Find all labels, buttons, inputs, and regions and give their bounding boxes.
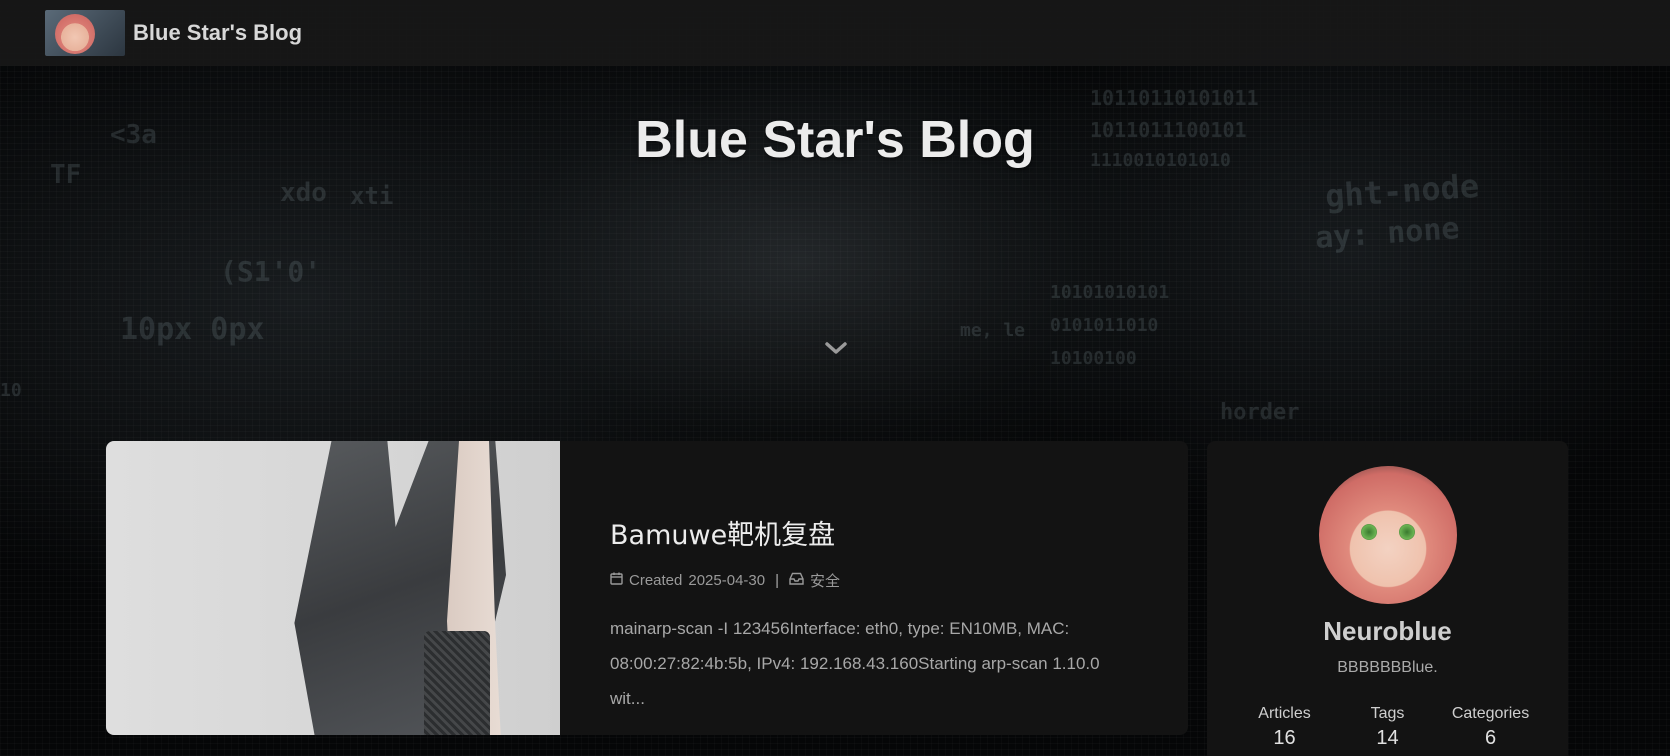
site-title: Blue Star's Blog (635, 111, 1035, 169)
created-label: Created (629, 572, 683, 589)
post-card[interactable]: Bamuwe靶机复盘 Created 2025-04-30 | 安全 maina… (106, 441, 1188, 735)
post-title[interactable]: Bamuwe靶机复盘 (610, 513, 1138, 552)
inbox-icon (789, 572, 804, 589)
stat-tags[interactable]: Tags 14 (1338, 705, 1438, 750)
stat-label: Articles (1258, 705, 1311, 722)
author-stats: Articles 16 Tags 14 Categories 6 (1207, 705, 1568, 750)
stat-value: 16 (1273, 727, 1296, 749)
post-info: Bamuwe靶机复盘 Created 2025-04-30 | 安全 maina… (560, 441, 1188, 735)
nav-site-name[interactable]: Blue Star's Blog (133, 20, 302, 46)
stat-label: Tags (1370, 705, 1405, 722)
stat-value: 6 (1484, 727, 1497, 749)
chevron-down-icon[interactable] (824, 336, 848, 360)
post-category-link[interactable]: 安全 (810, 570, 840, 591)
post-cover-image[interactable] (106, 441, 560, 735)
stat-categories[interactable]: Categories 6 (1441, 705, 1541, 750)
post-meta: Created 2025-04-30 | 安全 (610, 570, 1138, 591)
stat-value: 14 (1376, 727, 1399, 749)
top-navbar: Blue Star's Blog (0, 0, 1670, 66)
author-card: Neuroblue BBBBBBBlue. Articles 16 Tags 1… (1207, 441, 1568, 756)
blog-logo-avatar[interactable] (45, 10, 125, 56)
meta-separator: | (775, 572, 780, 589)
stat-articles[interactable]: Articles 16 (1235, 705, 1335, 750)
post-excerpt: mainarp-scan -I 123456Interface: eth0, t… (610, 619, 1100, 708)
stat-label: Categories (1451, 705, 1530, 722)
author-description: BBBBBBBlue. (1337, 659, 1438, 676)
author-name: Neuroblue (1323, 616, 1452, 646)
created-date: 2025-04-30 (688, 572, 766, 589)
calendar-icon (610, 572, 623, 589)
avatar[interactable] (1318, 466, 1457, 604)
